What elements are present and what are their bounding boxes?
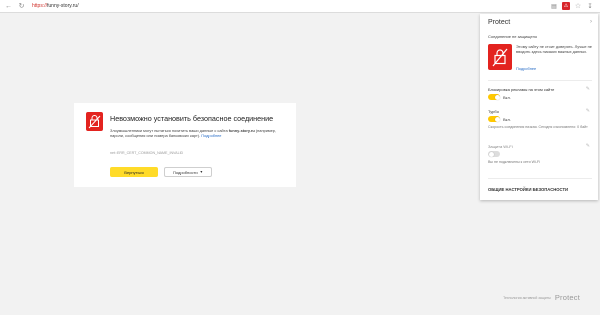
address-bar[interactable]: https://funny-story.ru/	[32, 3, 79, 9]
footer-tagline: Технология активной защиты	[503, 295, 551, 300]
error-site-name: funny-story.ru	[228, 128, 255, 133]
wifi-toggle[interactable]	[488, 151, 500, 157]
url-protocol: https://	[32, 3, 48, 9]
warning-more-link[interactable]: Подробнее	[516, 66, 536, 71]
protect-title: Protect	[488, 19, 511, 26]
wifi-description: Вы не подключены к сети Wi-Fi	[488, 160, 540, 164]
details-button-label: Подробности	[172, 169, 198, 175]
protect-panel: Protect › Соединение не защищено Этому с…	[480, 14, 598, 200]
ssl-error-card: Невозможно установить безопасное соедине…	[74, 103, 296, 187]
toggle-knob	[488, 151, 494, 157]
footer-brand-logo: Protect	[554, 293, 580, 302]
error-description: Злоумышленники могут пытаться похитить в…	[110, 128, 288, 139]
toolbar-right: ▤ ⚠ ☆ ↧	[550, 2, 594, 10]
edit-pencil-icon[interactable]: ✎	[586, 108, 590, 114]
reader-mode-icon[interactable]: ▤	[550, 2, 558, 10]
edit-pencil-icon[interactable]: ✎	[586, 143, 590, 149]
bookmark-star-icon[interactable]: ☆	[574, 2, 582, 10]
turbo-description: Скорость соединения низкая. Сегодня сэко…	[488, 125, 588, 129]
back-button[interactable]: Вернуться	[110, 167, 158, 177]
back-arrow-icon[interactable]: ←	[4, 2, 13, 11]
error-title: Невозможно установить безопасное соедине…	[110, 114, 274, 123]
toggle-knob	[494, 94, 500, 100]
turbo-toggle[interactable]	[488, 116, 500, 122]
connection-status: Соединение не защищено	[488, 34, 538, 39]
error-code: net::ERR_CERT_COMMON_NAME_INVALID	[110, 151, 184, 155]
wifi-label: Защита Wi-Fi	[488, 144, 513, 149]
broken-lock-icon	[86, 112, 103, 131]
toggle-knob	[494, 116, 500, 122]
downloads-icon[interactable]: ↧	[586, 2, 594, 10]
error-description-prefix: Злоумышленники могут пытаться похитить в…	[110, 128, 229, 133]
url-host: funny-story.ru/	[47, 3, 79, 9]
ad-block-state: Вкл.	[503, 94, 511, 100]
ad-block-toggle[interactable]	[488, 94, 500, 100]
ad-block-label: Блокировка рекламы на этом сайте	[488, 87, 555, 92]
security-warning-text: Этому сайту не стоит доверять. Лучше не …	[516, 44, 592, 55]
turbo-label: Турбо	[488, 109, 499, 114]
edit-pencil-icon[interactable]: ✎	[586, 86, 590, 92]
protect-shield-icon[interactable]: ⚠	[562, 2, 570, 10]
divider	[488, 178, 592, 179]
error-more-link[interactable]: Подробнее	[201, 133, 221, 138]
turbo-state: Вкл.	[503, 116, 511, 122]
broken-lock-icon	[488, 44, 512, 70]
footer-branding: Технология активной защиты Protect	[503, 293, 580, 302]
chevron-down-icon: ▼	[199, 170, 204, 174]
divider	[488, 80, 592, 81]
panel-expand-icon[interactable]: ›	[590, 19, 592, 25]
refresh-icon[interactable]: ↻	[17, 2, 26, 11]
browser-toolbar: ← ↻ https://funny-story.ru/ ▤ ⚠ ☆ ↧	[0, 0, 600, 13]
details-button[interactable]: Подробности ▼	[164, 167, 212, 177]
security-settings-link[interactable]: ОБЩИЕ НАСТРОЙКИ БЕЗОПАСНОСТИ	[488, 187, 568, 192]
